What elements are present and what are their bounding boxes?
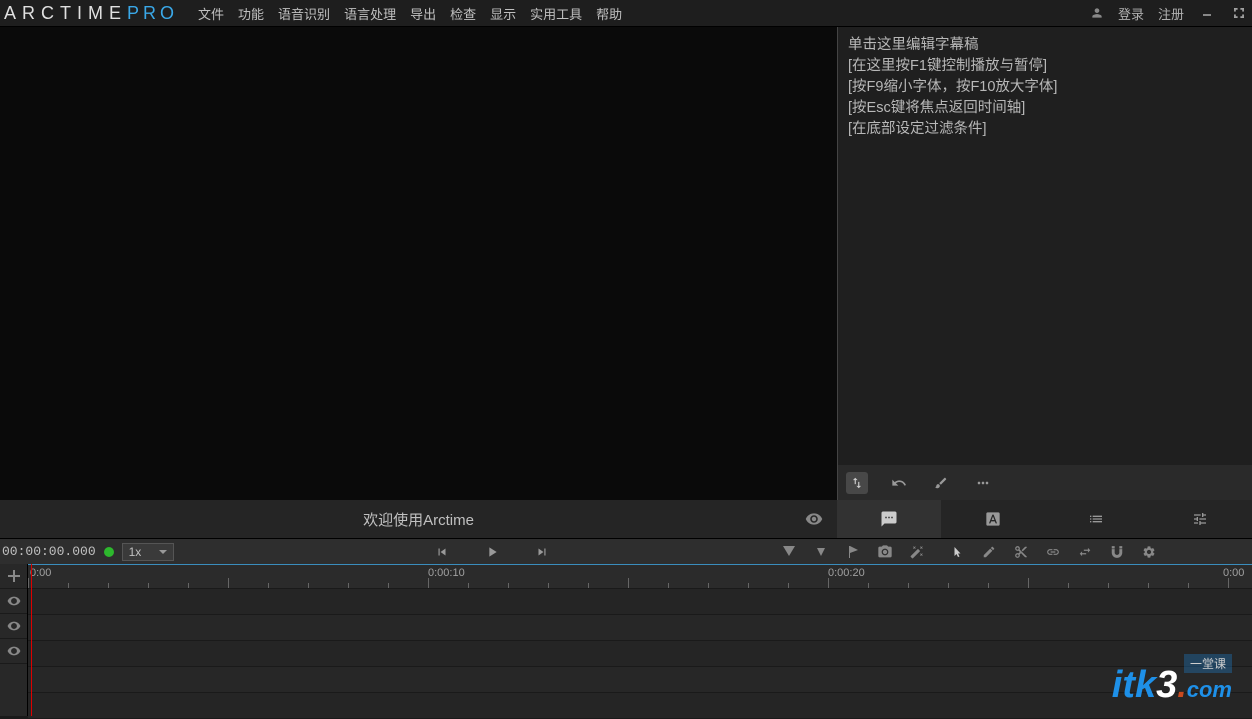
tab-list[interactable] [1045, 500, 1149, 538]
track-visibility-1[interactable] [0, 589, 27, 614]
menu-language[interactable]: 语言处理 [344, 4, 396, 23]
timeline-track[interactable] [28, 615, 1252, 641]
marker-flag[interactable] [844, 543, 862, 561]
menu-speech[interactable]: 语音识别 [278, 4, 330, 23]
timeline-tools [948, 543, 1158, 561]
timeline-body[interactable]: 0:00 0:00:10 0:00:20 0:00 [28, 564, 1252, 716]
snapshot-button[interactable] [876, 543, 894, 561]
tab-settings[interactable] [1148, 500, 1252, 538]
tab-chat[interactable] [837, 500, 941, 538]
timeline-track[interactable] [28, 641, 1252, 667]
watermark-com: com [1187, 677, 1232, 703]
playback-bar: 00:00:00.000 1x [0, 538, 1252, 564]
menu-display[interactable]: 显示 [490, 4, 516, 23]
brush-button[interactable] [930, 472, 952, 494]
speed-value: 1x [129, 545, 142, 559]
dropdown-icon [159, 548, 167, 556]
prev-button[interactable] [432, 542, 452, 562]
ruler-label: 0:00:20 [828, 567, 865, 579]
editor-panel: 单击这里编辑字幕稿 [在这里按F1键控制播放与暂停] [按F9缩小字体，按F10… [837, 27, 1252, 500]
register-link[interactable]: 注册 [1158, 4, 1184, 23]
maximize-button[interactable] [1230, 4, 1248, 22]
watermark-three: 3 [1156, 664, 1177, 707]
status-indicator [104, 547, 114, 557]
timeline-track[interactable] [28, 693, 1252, 719]
swap-tool[interactable] [1076, 543, 1094, 561]
menu-export[interactable]: 导出 [410, 4, 436, 23]
menu-check[interactable]: 检查 [450, 4, 476, 23]
menu-right: 登录 注册 [1090, 4, 1248, 23]
menu-list: 文件 功能 语音识别 语言处理 导出 检查 显示 实用工具 帮助 [198, 4, 622, 23]
timeline-track-headers [0, 564, 28, 716]
timeline-track[interactable] [28, 667, 1252, 693]
main-area: 单击这里编辑字幕稿 [在这里按F1键控制播放与暂停] [按F9缩小字体，按F10… [0, 27, 1252, 500]
welcome-text: 欢迎使用Arctime [0, 509, 837, 530]
logo-pro: PRO [127, 3, 178, 24]
play-button[interactable] [482, 542, 502, 562]
ruler-label: 0:00 [1223, 567, 1244, 579]
pointer-tool[interactable] [948, 543, 966, 561]
ruler-label: 0:00:10 [428, 567, 465, 579]
video-view[interactable] [0, 27, 837, 500]
undo-button[interactable] [888, 472, 910, 494]
playhead[interactable] [31, 564, 32, 716]
minimize-button[interactable] [1198, 4, 1216, 22]
edit-tool[interactable] [980, 543, 998, 561]
magic-button[interactable] [908, 543, 926, 561]
editor-line: [按F9缩小字体，按F10放大字体] [848, 77, 1242, 98]
playback-controls [432, 542, 552, 562]
logo-arctime: ARCTIME [4, 3, 127, 24]
editor-line: [在底部设定过滤条件] [848, 119, 1242, 140]
watermark-dot: . [1177, 667, 1186, 706]
subtitle-bar: 欢迎使用Arctime [0, 500, 1252, 538]
editor-toolbar [838, 465, 1252, 500]
ruler-label: 0:00 [30, 567, 51, 579]
timeline-track[interactable] [28, 589, 1252, 615]
menubar: ARCTIME PRO 文件 功能 语音识别 语言处理 导出 检查 显示 实用工… [0, 0, 1252, 27]
menu-function[interactable]: 功能 [238, 4, 264, 23]
track-visibility-2[interactable] [0, 614, 27, 639]
watermark: itk 3 . com [1112, 664, 1232, 707]
timeline-ruler[interactable]: 0:00 0:00:10 0:00:20 0:00 [28, 564, 1252, 589]
marker-down[interactable] [812, 543, 830, 561]
menu-tools[interactable]: 实用工具 [530, 4, 582, 23]
timeline-area: 0:00 0:00:10 0:00:20 0:00 [0, 564, 1252, 716]
tab-font[interactable] [941, 500, 1045, 538]
user-icon[interactable] [1090, 6, 1104, 20]
editor-line: 单击这里编辑字幕稿 [848, 35, 1242, 56]
timecode-display: 00:00:00.000 [2, 544, 96, 559]
track-visibility-3[interactable] [0, 639, 27, 664]
menu-help[interactable]: 帮助 [596, 4, 622, 23]
add-track-button[interactable] [0, 564, 27, 589]
link-tool[interactable] [1044, 543, 1062, 561]
marker-controls [780, 543, 926, 561]
gear-tool[interactable] [1140, 543, 1158, 561]
video-panel [0, 27, 837, 500]
more-button[interactable] [972, 472, 994, 494]
insert-button[interactable] [846, 472, 868, 494]
editor-line: [按Esc键将焦点返回时间轴] [848, 98, 1242, 119]
editor-line: [在这里按F1键控制播放与暂停] [848, 56, 1242, 77]
login-link[interactable]: 登录 [1118, 4, 1144, 23]
subtitle-script-editor[interactable]: 单击这里编辑字幕稿 [在这里按F1键控制播放与暂停] [按F9缩小字体，按F10… [838, 27, 1252, 465]
editor-tabs [837, 500, 1252, 538]
app-logo: ARCTIME PRO [4, 3, 178, 24]
speed-selector[interactable]: 1x [122, 543, 175, 561]
watermark-itk: itk [1112, 664, 1156, 707]
menu-file[interactable]: 文件 [198, 4, 224, 23]
cut-tool[interactable] [1012, 543, 1030, 561]
magnet-tool[interactable] [1108, 543, 1126, 561]
next-button[interactable] [532, 542, 552, 562]
marker-in[interactable] [780, 543, 798, 561]
visibility-toggle[interactable] [805, 510, 823, 528]
